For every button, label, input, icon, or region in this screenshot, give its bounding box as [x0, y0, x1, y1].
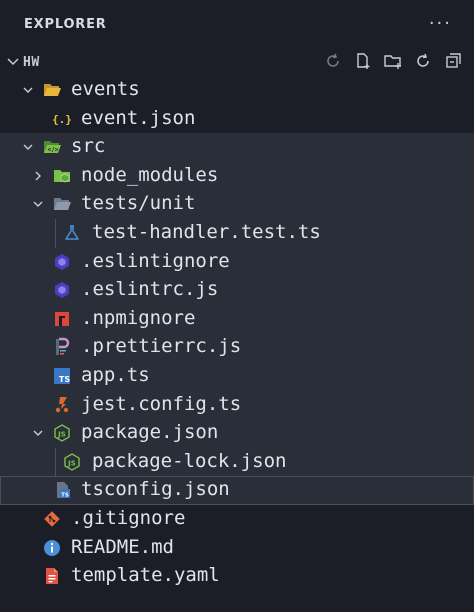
git-icon — [42, 509, 62, 529]
tree-item-readme[interactable]: README.md — [0, 534, 474, 563]
tree-item-package-lock[interactable]: JS package-lock.json — [0, 447, 474, 477]
tree-item-events[interactable]: events — [0, 76, 474, 105]
tree-item-label: src — [71, 135, 106, 158]
tree-item-label: .eslintignore — [81, 249, 230, 272]
refresh-icon[interactable] — [412, 50, 434, 72]
json-icon: {.} — [52, 109, 72, 129]
tree-item-label: test-handler.test.ts — [92, 220, 321, 243]
tree-item-npmignore[interactable]: .npmignore — [0, 304, 474, 334]
indent-guide — [55, 447, 56, 477]
tree-item-eslintrc[interactable]: .eslintrc.js — [0, 276, 474, 305]
explorer-header: EXPLORER ··· — [0, 0, 474, 48]
tree-item-label: package.json — [81, 421, 219, 444]
chevron-down-icon[interactable] — [31, 426, 45, 440]
svg-text:</>: </> — [48, 147, 59, 154]
eslint-icon — [52, 252, 72, 272]
svg-text:TS: TS — [61, 493, 69, 499]
collapse-all-icon[interactable] — [442, 50, 464, 72]
folder-open-icon — [52, 194, 72, 214]
tree-item-label: events — [71, 78, 140, 100]
tree-item-label: app.ts — [81, 363, 150, 386]
chevron-down-icon[interactable] — [5, 53, 21, 69]
svg-text:JS: JS — [57, 431, 66, 439]
tree-item-label: .gitignore — [71, 506, 186, 529]
tree-item-label: event.json — [81, 106, 196, 129]
tree-item-label: node_modules — [81, 163, 219, 186]
svg-text:JS: JS — [67, 459, 76, 467]
tree-item-label: .eslintrc.js — [81, 278, 219, 301]
tree-item-label: .npmignore — [81, 306, 196, 329]
tree-item-label: .prettierrc.js — [81, 335, 242, 358]
folder-node-icon — [52, 166, 72, 186]
ellipsis-icon[interactable]: ··· — [429, 15, 452, 33]
eslint-icon — [52, 280, 72, 300]
tsconfig-icon: TS — [52, 480, 72, 500]
tree-item-label: README.md — [71, 535, 174, 558]
typescript-icon: TS — [52, 366, 72, 386]
tree-item-tests-unit[interactable]: tests/unit — [0, 190, 474, 219]
tree-item-jest-config[interactable]: jest.config.ts — [0, 390, 474, 420]
prettier-icon — [52, 337, 72, 357]
new-file-icon[interactable] — [352, 50, 374, 72]
indent-guide — [55, 218, 56, 248]
file-tree: events {.} event.json </> src node_modul… — [0, 76, 474, 591]
npm-icon — [52, 309, 72, 329]
chevron-down-icon[interactable] — [21, 83, 35, 97]
workspace-root[interactable]: HW — [0, 48, 474, 76]
tree-item-node-modules[interactable]: node_modules — [0, 161, 474, 191]
tree-item-event-json[interactable]: {.} event.json — [0, 105, 474, 134]
jest-icon — [52, 395, 72, 415]
folder-src-open-icon: </> — [42, 137, 62, 157]
info-icon — [42, 538, 62, 558]
workspace-root-label: HW — [23, 54, 40, 70]
explorer-title: EXPLORER — [24, 16, 107, 32]
folder-open-icon — [42, 80, 62, 100]
tree-item-label: tests/unit — [81, 192, 196, 215]
flask-icon — [62, 223, 82, 243]
refresh-icon[interactable] — [322, 50, 344, 72]
yaml-icon — [42, 566, 62, 586]
nodejs-icon: JS — [62, 452, 82, 472]
new-folder-icon[interactable] — [382, 50, 404, 72]
nodejs-icon: JS — [52, 423, 72, 443]
chevron-down-icon[interactable] — [31, 197, 45, 211]
tree-item-eslintignore[interactable]: .eslintignore — [0, 247, 474, 277]
svg-text:{.}: {.} — [52, 113, 72, 126]
tree-item-label: package-lock.json — [92, 449, 287, 472]
svg-text:TS: TS — [59, 375, 70, 384]
tree-item-test-handler[interactable]: test-handler.test.ts — [0, 218, 474, 248]
tree-item-package-json[interactable]: JS package.json — [0, 419, 474, 448]
tree-item-template-yaml[interactable]: template.yaml — [0, 562, 474, 591]
tree-item-prettierrc[interactable]: .prettierrc.js — [0, 333, 474, 362]
tree-item-src[interactable]: </> src — [0, 133, 474, 162]
tree-item-label: tsconfig.json — [81, 478, 230, 501]
tree-item-label: template.yaml — [71, 564, 220, 587]
tree-item-gitignore[interactable]: .gitignore — [0, 505, 474, 534]
tree-item-tsconfig[interactable]: TS tsconfig.json — [0, 476, 474, 505]
tree-item-app-ts[interactable]: TS app.ts — [0, 361, 474, 391]
chevron-right-icon[interactable] — [31, 169, 45, 183]
chevron-down-icon[interactable] — [21, 140, 35, 154]
root-actions — [322, 50, 464, 72]
tree-item-label: jest.config.ts — [81, 392, 242, 415]
